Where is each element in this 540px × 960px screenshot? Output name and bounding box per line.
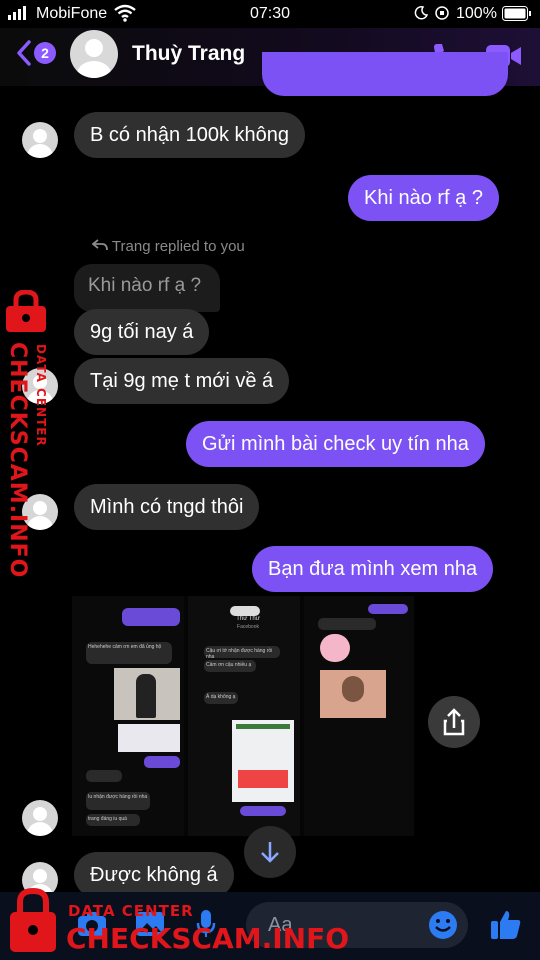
shared-image[interactable]: Hehehehe cảm ơn em đã ủng hộ Iu nhận đượ… <box>72 596 414 836</box>
moon-icon <box>414 6 429 25</box>
incoming-message[interactable]: B có nhận 100k không <box>74 112 306 158</box>
orientation-lock-icon <box>434 5 450 26</box>
image-photo <box>320 670 386 718</box>
back-button[interactable] <box>16 40 32 71</box>
quoted-message[interactable]: Khi nào rf ạ ? <box>74 264 220 312</box>
sender-avatar[interactable] <box>22 800 58 836</box>
emoji-icon[interactable] <box>428 910 458 945</box>
outgoing-message[interactable]: Gửi mình bài check uy tín nha <box>186 421 485 467</box>
image-panel-left: Hehehehe cảm ơn em đã ủng hộ Iu nhận đượ… <box>72 596 184 836</box>
watermark-small: DATA CENTER <box>68 902 194 920</box>
watermark-small-vertical: DATA CENTER <box>34 344 48 447</box>
incoming-message[interactable]: Mình có tngd thôi <box>74 484 260 530</box>
reply-indicator: Trang replied to you <box>91 238 245 255</box>
watermark-lock-icon <box>4 289 58 339</box>
image-avatar <box>230 606 260 616</box>
image-doc-header <box>236 724 290 729</box>
arrow-down-icon <box>261 842 279 863</box>
image-panel-middle: Thư Thư Facebook Cậu ơi tớ nhận được hàn… <box>188 596 300 836</box>
outgoing-message-partial[interactable] <box>262 52 508 96</box>
image-text: Á dạ không ạ <box>204 692 238 704</box>
image-text: trang đáng iu quá <box>86 814 140 826</box>
image-text: Iu nhận được hàng rồi nha <box>86 792 150 810</box>
status-bar: MobiFone 07:30 100% <box>0 0 540 28</box>
image-bubble <box>122 608 180 626</box>
image-bubble <box>368 604 408 614</box>
battery-percent: 100% <box>456 5 497 22</box>
watermark-big-vertical: CHECKSCAM.INFO <box>5 342 30 579</box>
outgoing-message[interactable]: Khi nào rf ạ ? <box>348 175 499 221</box>
watermark-lock-icon <box>6 887 60 959</box>
unread-badge: 2 <box>34 42 56 64</box>
battery-icon <box>502 6 532 26</box>
image-text: Cảm ơn cậu nhiều ạ <box>204 660 256 672</box>
image-text: Cậu ơi tớ nhận được hàng rồi nha <box>204 646 280 660</box>
image-text: Hehehehe cảm ơn em đã ủng hộ <box>86 642 172 664</box>
image-text: Facebook <box>237 624 259 630</box>
image-face <box>342 676 364 702</box>
image-panel-right <box>304 596 414 836</box>
share-button[interactable] <box>428 696 480 748</box>
reply-arrow-icon <box>91 238 112 255</box>
image-sticker <box>320 634 350 662</box>
share-icon <box>443 708 465 736</box>
image-document <box>232 720 294 802</box>
sender-avatar[interactable] <box>22 122 58 158</box>
image-bubble <box>144 756 180 768</box>
reply-indicator-text: Trang replied to you <box>111 238 245 255</box>
contact-name[interactable]: Thuỳ Trang <box>132 42 245 66</box>
image-doc-banner <box>238 770 288 788</box>
image-bubble <box>318 618 376 630</box>
image-photo <box>114 668 180 720</box>
watermark-big: CHECKSCAM.INFO <box>66 922 350 955</box>
incoming-message[interactable]: 9g tối nay á <box>74 309 210 355</box>
image-text: Thư Thư <box>236 616 260 622</box>
image-figure <box>136 674 156 718</box>
image-bubble <box>86 770 122 782</box>
incoming-message[interactable]: Tại 9g mẹ t mới về á <box>74 358 290 404</box>
image-bubble <box>240 806 286 816</box>
outgoing-message[interactable]: Bạn đưa mình xem nha <box>252 546 494 592</box>
like-thumb-icon[interactable] <box>490 908 522 945</box>
scroll-to-bottom-button[interactable] <box>244 826 296 878</box>
contact-avatar[interactable] <box>70 30 118 78</box>
image-card <box>118 724 180 752</box>
